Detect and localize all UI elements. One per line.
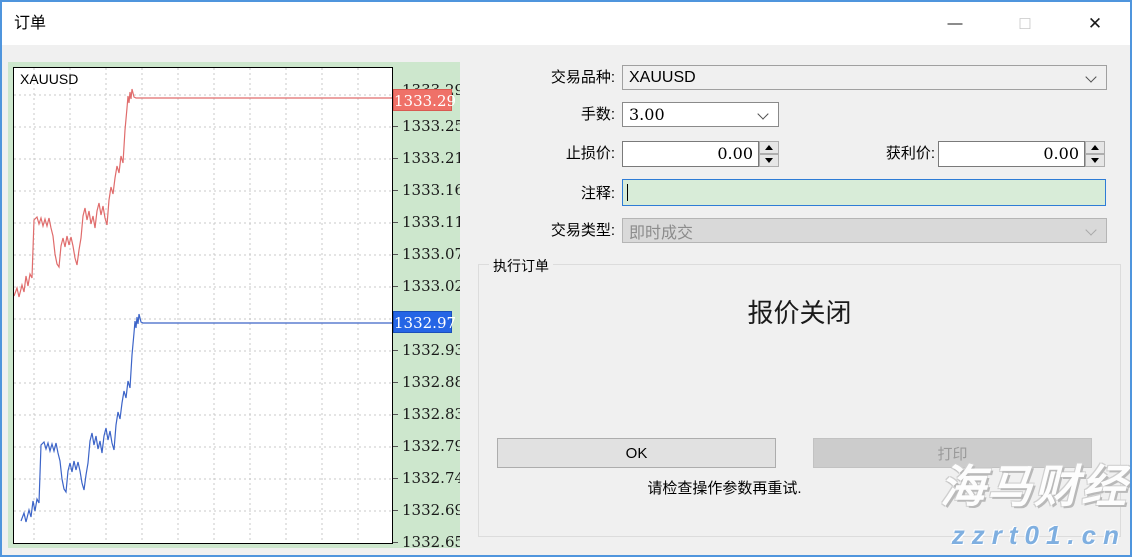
window-controls: — ☐ ✕ (920, 2, 1130, 45)
price-scale-label: 1332.69 (393, 500, 460, 520)
chart-symbol-label: XAUUSD (20, 71, 78, 87)
bid-tick-line (21, 314, 392, 522)
arrow-down-icon (765, 158, 773, 163)
take-profit-label: 获利价: (775, 141, 935, 167)
arrow-down-icon (1091, 158, 1099, 163)
arrow-up-icon (1091, 145, 1099, 150)
price-scale-label: 1332.88 (393, 372, 460, 392)
price-scale-label: 1333.07 (393, 244, 460, 264)
order-type-value: 即时成交 (629, 219, 693, 243)
take-profit-decrement-button[interactable] (1085, 154, 1105, 167)
execution-group-title: 执行订单 (489, 256, 553, 276)
price-scale-label: 1333.16 (393, 180, 460, 200)
price-scale-label: 1333.02 (393, 276, 460, 296)
price-scale-label: 1333.11 (393, 212, 460, 232)
window-title: 订单 (14, 2, 46, 45)
ask-price-badge: 1333.29 (393, 89, 452, 111)
comment-label: 注释: (455, 181, 615, 206)
close-button[interactable]: ✕ (1060, 2, 1130, 45)
order-dialog-window: 订单 — ☐ ✕ XAUUSD 1333.291333.251333.21133… (0, 0, 1132, 557)
bid-price-badge: 1332.97 (393, 311, 452, 333)
stop-loss-label: 止损价: (455, 141, 615, 167)
tick-chart-plot: XAUUSD (13, 67, 393, 544)
price-scale-label: 1332.79 (393, 436, 460, 456)
volume-select-value: 3.00 (629, 105, 665, 124)
comment-field-wrap (622, 179, 1106, 206)
tick-chart-svg (14, 68, 392, 543)
price-scale-label: 1332.65 (393, 532, 460, 548)
symbol-select[interactable]: XAUUSD (622, 65, 1107, 90)
ok-button[interactable]: OK (497, 438, 776, 468)
stop-loss-spinner: 0.00 (622, 141, 779, 167)
symbol-label: 交易品种: (455, 65, 615, 90)
ask-tick-line (14, 89, 392, 297)
chevron-down-icon (1085, 71, 1096, 82)
chevron-down-icon (1085, 224, 1096, 235)
price-scale-label: 1333.25 (393, 116, 460, 136)
maximize-button: ☐ (990, 2, 1060, 45)
price-scale-label: 1332.74 (393, 468, 460, 488)
symbol-select-value: XAUUSD (629, 69, 696, 87)
volume-label: 手数: (455, 102, 615, 127)
minimize-button[interactable]: — (920, 2, 990, 45)
quotes-closed-message: 报价关闭 (479, 293, 1120, 330)
take-profit-spinner: 0.00 (938, 141, 1105, 167)
take-profit-value[interactable]: 0.00 (938, 141, 1085, 167)
price-scale-label: 1333.21 (393, 148, 460, 168)
price-scale-label: 1332.83 (393, 404, 460, 424)
titlebar: 订单 — ☐ ✕ (2, 2, 1130, 45)
stop-loss-value[interactable]: 0.00 (622, 141, 759, 167)
text-caret (627, 184, 628, 201)
status-message: 请检查操作参数再重试. (497, 477, 952, 498)
volume-select[interactable]: 3.00 (622, 102, 779, 127)
price-scale: 1333.29 1333.25 1333.21 1333.16 1333.11 1333.… (393, 62, 460, 548)
arrow-up-icon (765, 145, 773, 150)
order-type-select: 即时成交 (622, 218, 1107, 243)
comment-input[interactable] (623, 180, 1105, 205)
take-profit-increment-button[interactable] (1085, 141, 1105, 154)
print-button: 打印 (813, 438, 1092, 468)
price-scale-label: 1332.93 (393, 340, 460, 360)
order-type-label: 交易类型: (455, 218, 615, 243)
chart-gridlines (14, 68, 392, 543)
tick-chart-panel: XAUUSD 1333.291333.251333.211333.161333.… (8, 62, 460, 548)
chevron-down-icon (757, 108, 768, 119)
